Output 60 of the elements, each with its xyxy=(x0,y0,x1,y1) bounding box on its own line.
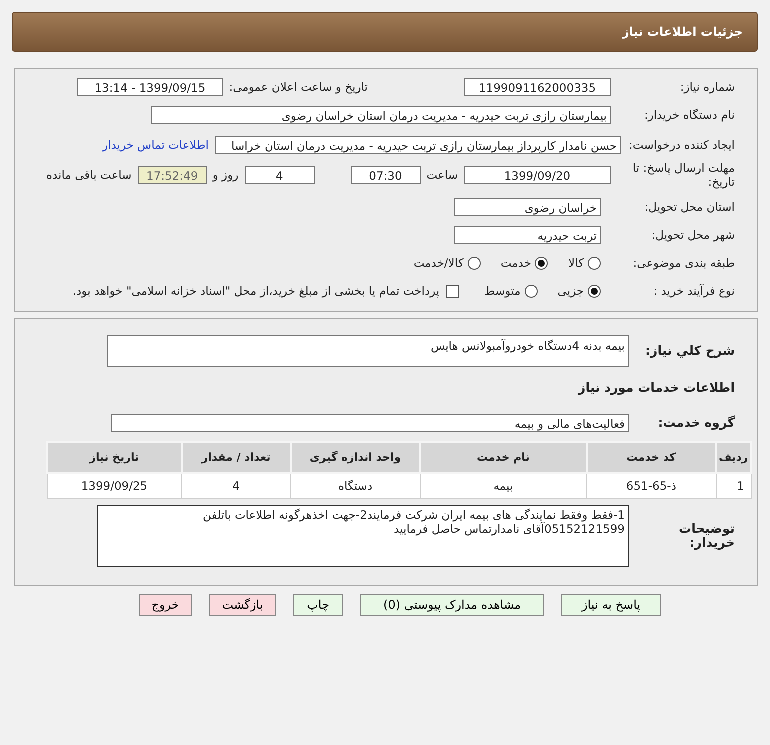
checkbox-label: پرداخت تمام یا بخشی از مبلغ خرید،از محل "اسناد خزانه اسلامی" خواهد بود. xyxy=(72,284,440,298)
table-cell: ذ-65-651 xyxy=(626,479,676,493)
page-title: جزئیات اطلاعات نیاز xyxy=(622,25,743,39)
column-header: واحد اندازه گیری xyxy=(310,451,402,464)
column-header: کد خدمت xyxy=(626,451,676,464)
field-label: نوع فرآیند خرید : xyxy=(652,284,735,298)
radio-label: متوسط xyxy=(484,284,521,298)
field-label: نام دستگاه خریدار: xyxy=(643,108,735,122)
remaining-time-field: 17:52:49 xyxy=(138,166,207,184)
table-cell: دستگاه xyxy=(338,479,373,493)
table-cell: بیمه xyxy=(494,479,514,493)
buyer-field: بیمارستان رازی تربت حیدریه - مدیریت درمان استان خراسان رضوی xyxy=(151,106,611,124)
creator-field: حسن نامدار کارپرداز بیمارستان رازی تربت حیدریه - مدیریت درمان استان خراسا xyxy=(215,136,621,154)
deadline-date-field: 1399/09/20 xyxy=(464,166,611,184)
field-label: شرح کلي نياز: xyxy=(644,344,735,358)
action-button[interactable]: بازگشت xyxy=(209,594,276,616)
radio-button[interactable] xyxy=(588,256,601,270)
description-field: بیمه بدنه 4دستگاه خودروآمبولانس هایس xyxy=(107,335,629,367)
province-field: خراسان رضوی xyxy=(454,198,601,216)
time-label: ساعت xyxy=(426,168,458,182)
column-header: نام خدمت xyxy=(477,451,530,464)
announce-date-field: 1399/09/15 - 13:14 xyxy=(77,78,224,96)
field-label: مهلت ارسال پاسخ: تا تاریخ: xyxy=(632,161,735,189)
field-label: تاریخ و ساعت اعلان عمومی: xyxy=(229,80,368,94)
column-header: ردیف xyxy=(719,451,748,464)
radio-label: کالا/خدمت xyxy=(414,256,464,270)
days-label: روز و xyxy=(212,168,239,182)
city-field: تربت حیدریه xyxy=(454,226,601,244)
table-cell: 1 xyxy=(737,479,744,493)
radio-button[interactable] xyxy=(524,284,538,298)
buyer-contact-link[interactable]: اطلاعات تماس خریدار xyxy=(102,138,209,152)
radio-button[interactable] xyxy=(535,256,548,270)
action-button[interactable]: خروج xyxy=(138,594,192,616)
column-header: تعداد / مقدار xyxy=(202,451,271,464)
remaining-label: ساعت باقی مانده xyxy=(46,168,132,182)
buyer-notes-field: 1-فقط وفقط نمایندگی های بیمه ایران شرکت فرمایند2-جهت اخذهرگونه اطلاعات باتلفن 05152121599آقای نامدارتماس حاصل فرمایید xyxy=(97,505,629,567)
field-label: طبقه بندی موضوعی: xyxy=(632,256,735,270)
column-header: تاریخ نیاز xyxy=(90,451,140,464)
action-button[interactable]: مشاهده مدارک پیوستی (0) xyxy=(360,594,544,616)
radio-label: خدمت xyxy=(500,256,532,270)
action-button[interactable]: چاپ xyxy=(293,594,344,616)
radio-button[interactable] xyxy=(468,256,481,270)
field-label: ایجاد کننده درخواست: xyxy=(628,138,735,152)
table-cell: 4 xyxy=(232,479,240,493)
field-label: شهر محل تحویل: xyxy=(650,228,735,242)
checkbox[interactable] xyxy=(446,284,459,298)
service-group-field: فعالیت‌های مالی و بیمه xyxy=(111,414,629,432)
radio-label: کالا xyxy=(568,256,584,270)
field-label: توضیحات خریدار: xyxy=(678,522,735,550)
action-button[interactable]: پاسخ به نیاز xyxy=(561,594,662,616)
radio-button[interactable] xyxy=(588,284,601,298)
deadline-time-field: 07:30 xyxy=(350,166,421,184)
need-number-field: 1199091162000335 xyxy=(464,78,611,96)
days-field: 4 xyxy=(244,166,315,184)
field-label: گروه خدمت: xyxy=(657,416,735,430)
table-cell: 1399/09/25 xyxy=(81,479,148,493)
field-label: استان محل تحویل: xyxy=(644,200,735,214)
section-heading: اطلاعات خدمات مورد نیاز xyxy=(578,380,735,394)
radio-label: جزیی xyxy=(558,284,584,298)
field-label: شماره نیاز: xyxy=(679,80,735,94)
